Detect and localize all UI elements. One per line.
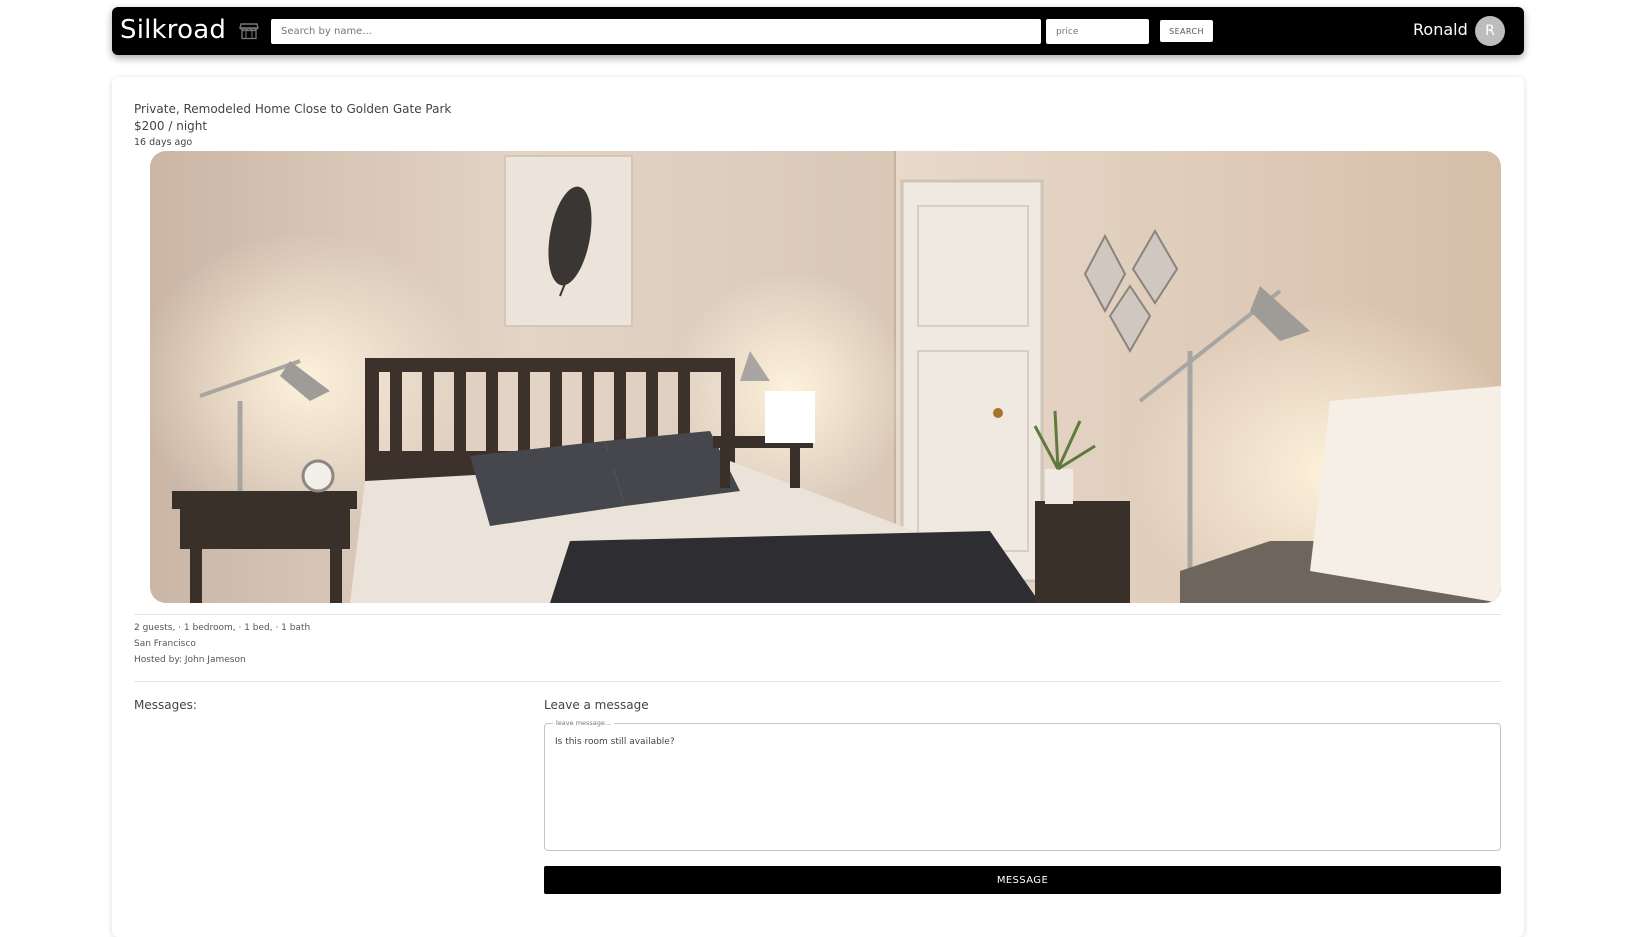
username[interactable]: Ronald <box>1413 20 1468 39</box>
messages-label: Messages: <box>134 698 197 712</box>
divider <box>134 614 1501 615</box>
listing-price: $200 / night <box>134 119 208 133</box>
price-input[interactable] <box>1046 19 1149 44</box>
listing-title: Private, Remodeled Home Close to Golden … <box>134 102 452 116</box>
divider <box>134 681 1501 682</box>
brand-logo[interactable]: Silkroad <box>120 15 226 45</box>
top-navbar: Silkroad SEARCH Ronald R <box>112 7 1524 55</box>
message-button[interactable]: MESSAGE <box>544 866 1501 894</box>
listing-host: Hosted by: John Jameson <box>134 655 246 665</box>
storefront-icon[interactable] <box>239 22 259 40</box>
message-textarea[interactable]: Is this room still available? <box>555 737 1485 837</box>
message-field-label: leave message... <box>553 719 615 727</box>
message-field[interactable]: leave message... Is this room still avai… <box>544 719 1501 851</box>
listing-city: San Francisco <box>134 639 196 649</box>
search-button[interactable]: SEARCH <box>1160 20 1213 42</box>
listing-age: 16 days ago <box>134 137 193 148</box>
leave-message-label: Leave a message <box>544 698 649 712</box>
listing-card: Private, Remodeled Home Close to Golden … <box>112 77 1524 937</box>
room-details: 2 guests, · 1 bedroom, · 1 bed, · 1 bath <box>134 623 311 633</box>
bedroom-photo <box>150 151 1501 603</box>
avatar[interactable]: R <box>1475 16 1505 46</box>
search-input[interactable] <box>271 19 1041 44</box>
